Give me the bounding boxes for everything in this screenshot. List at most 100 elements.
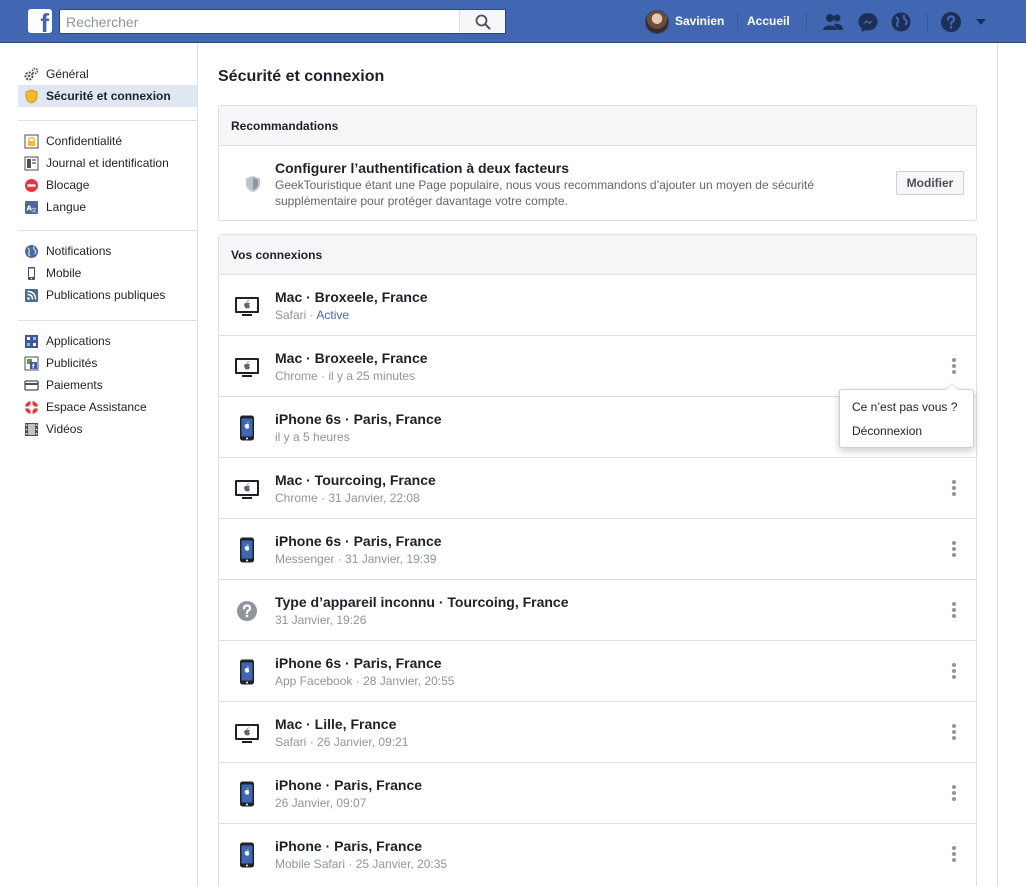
profile-link[interactable]: Savinien <box>675 14 724 28</box>
more-options-icon[interactable] <box>949 600 959 620</box>
connection-meta: Chrome · il y a 25 minutes <box>275 369 416 383</box>
sidebar-item-privacy[interactable]: Confidentialité <box>18 130 197 152</box>
not-you-menu-item[interactable]: Ce n’est pas vous ? <box>852 400 957 414</box>
smartphone-icon <box>240 781 254 807</box>
top-navigation-bar: f Savinien Accueil <box>0 0 1026 43</box>
sidebar-item-label: Publications publiques <box>46 288 166 302</box>
connection-row: Mac · Broxeele, France Chrome · il y a 25… <box>219 336 976 397</box>
sidebar-item-label: Blocage <box>46 178 90 192</box>
connection-app: Mobile Safari <box>275 857 346 871</box>
connection-meta: Messenger · 31 Janvier, 19:39 <box>275 552 437 566</box>
connection-time: 26 Janvier, 09:07 <box>275 796 367 810</box>
desktop-computer-icon <box>235 358 259 377</box>
sidebar-item-mobile[interactable]: Mobile <box>18 262 197 284</box>
connection-meta: Safari · 26 Janvier, 09:21 <box>275 735 409 749</box>
sidebar-item-general[interactable]: Général <box>18 63 197 85</box>
notifications-globe-icon[interactable] <box>890 11 912 33</box>
friend-requests-icon[interactable] <box>822 11 844 33</box>
connection-time: 31 Janvier, 19:26 <box>275 613 367 627</box>
connection-meta: Safari · Active <box>275 308 350 322</box>
avatar[interactable] <box>645 10 669 34</box>
sidebar-item-label: Sécurité et connexion <box>46 89 171 103</box>
desktop-computer-icon <box>235 297 259 316</box>
shield-icon <box>246 176 260 192</box>
facebook-logo[interactable]: f <box>28 9 52 33</box>
chevron-down-icon[interactable] <box>974 16 988 28</box>
messenger-icon[interactable] <box>857 11 879 33</box>
more-options-icon[interactable] <box>949 722 959 742</box>
sidebar-item-notifications[interactable]: Notifications <box>18 240 197 262</box>
search-box <box>59 9 506 34</box>
connection-row: Type d’appareil inconnu · Tourcoing, Fra… <box>219 580 976 641</box>
sidebar-item-timeline[interactable]: Journal et identification <box>18 152 197 174</box>
sidebar-item-applications[interactable]: Applications <box>18 330 197 352</box>
svg-text:f: f <box>32 364 35 371</box>
sidebar-item-public-posts[interactable]: Publications publiques <box>18 284 197 306</box>
sidebar-item-security[interactable]: Sécurité et connexion <box>18 85 197 107</box>
unknown-device-icon <box>237 601 257 621</box>
connections-card: Vos connexions Mac · Broxeele, France Saf… <box>218 234 977 886</box>
mobile-icon <box>28 267 35 280</box>
connection-app: Safari <box>275 308 307 322</box>
payments-icon <box>24 380 39 391</box>
lifebuoy-icon <box>25 401 38 414</box>
recommendations-header: Recommandations <box>219 106 976 146</box>
logout-menu-item[interactable]: Déconnexion <box>852 424 922 438</box>
sidebar-group-account: Général Sécurité et connexion <box>18 63 197 107</box>
settings-sidebar: Général Sécurité et connexion Confidenti… <box>0 43 198 886</box>
connection-title: iPhone 6s · Paris, France <box>275 655 442 671</box>
smartphone-icon <box>240 415 254 441</box>
connection-title: iPhone 6s · Paris, France <box>275 411 442 427</box>
more-options-icon[interactable] <box>949 356 959 376</box>
content-border <box>997 43 998 886</box>
nav-divider <box>806 13 807 31</box>
more-options-icon[interactable] <box>949 844 959 864</box>
connections-header: Vos connexions <box>219 235 976 275</box>
timeline-icon <box>24 156 39 171</box>
more-options-icon[interactable] <box>949 661 959 681</box>
connection-app: App Facebook <box>275 674 353 688</box>
connection-title: Mac · Broxeele, France <box>275 289 428 305</box>
connection-app: Safari <box>275 735 307 749</box>
sidebar-item-payments[interactable]: Paiements <box>18 374 197 396</box>
connection-title: Mac · Tourcoing, France <box>275 472 436 488</box>
sidebar-item-blocking[interactable]: Blocage <box>18 174 197 196</box>
lock-icon <box>24 134 39 149</box>
connection-row: iPhone 6s · Paris, France App Facebook · … <box>219 641 976 702</box>
sidebar-item-videos[interactable]: Vidéos <box>18 418 197 440</box>
smartphone-icon <box>240 842 254 868</box>
recommendation-title: Configurer l’authentification à deux fac… <box>275 160 570 176</box>
connection-row: Mac · Broxeele, France Safari · Active <box>219 275 976 336</box>
help-icon[interactable] <box>940 11 962 33</box>
sidebar-item-label: Vidéos <box>46 422 83 436</box>
smartphone-icon <box>240 659 254 685</box>
connection-meta: Chrome · 31 Janvier, 22:08 <box>275 491 420 505</box>
sidebar-item-language[interactable]: A 文 Langue <box>18 196 197 218</box>
nav-divider <box>927 13 928 31</box>
sidebar-item-ads[interactable]: f Publicités <box>18 352 197 374</box>
search-button[interactable] <box>459 10 505 33</box>
sidebar-item-label: Général <box>46 67 89 81</box>
sidebar-item-support-inbox[interactable]: Espace Assistance <box>18 396 197 418</box>
rss-icon <box>25 289 38 302</box>
more-options-icon[interactable] <box>949 539 959 559</box>
nav-divider <box>737 13 738 31</box>
sidebar-divider <box>18 120 197 121</box>
more-options-icon[interactable] <box>949 783 959 803</box>
connection-app: Chrome <box>275 491 318 505</box>
smartphone-icon <box>240 537 254 563</box>
desktop-computer-icon <box>235 480 259 499</box>
home-link[interactable]: Accueil <box>747 14 790 28</box>
connection-title: iPhone 6s · Paris, France <box>275 533 442 549</box>
search-input[interactable] <box>60 10 455 33</box>
block-icon <box>25 179 38 192</box>
modify-button[interactable]: Modifier <box>896 171 964 195</box>
svg-text:文: 文 <box>32 207 37 214</box>
connection-time: il y a 5 heures <box>275 430 350 444</box>
language-icon: A 文 <box>25 201 38 214</box>
page-title: Sécurité et connexion <box>218 68 385 85</box>
connection-title: iPhone · Paris, France <box>275 838 423 854</box>
more-options-icon[interactable] <box>949 478 959 498</box>
connection-time: 31 Janvier, 19:39 <box>345 552 437 566</box>
film-icon <box>25 423 38 436</box>
